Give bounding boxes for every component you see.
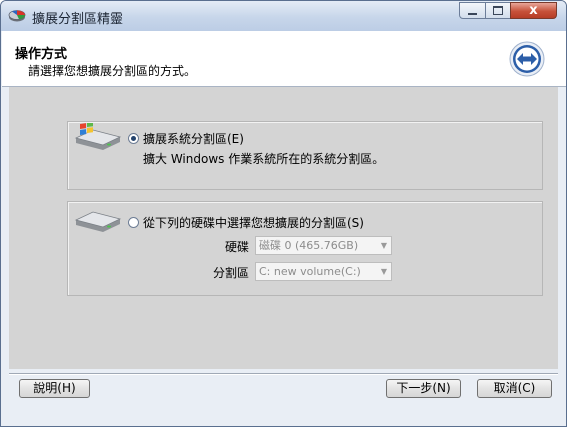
hard-disk-icon — [74, 211, 122, 232]
windows-system-disk-icon — [74, 123, 122, 150]
wizard-window: 擴展分割區精靈 x 操作方式 請選擇您想擴展分割區的方式。 擴展系統分割區(E)… — [0, 0, 567, 427]
minimize-button[interactable] — [459, 2, 486, 19]
title-bar: 擴展分割區精靈 x — [1, 1, 566, 31]
next-button[interactable]: 下一步(N) — [386, 379, 461, 398]
minimize-icon — [468, 12, 477, 15]
partition-select-value: C: new volume(C:) — [259, 265, 361, 278]
disk-select-value: 磁碟 0 (465.76GB) — [259, 239, 359, 252]
close-button[interactable]: x — [510, 2, 557, 19]
disk-select[interactable]: 磁碟 0 (465.76GB) ▼ — [255, 236, 392, 255]
close-icon: x — [529, 3, 538, 18]
page-title: 操作方式 — [15, 47, 68, 62]
select-partition-radio[interactable] — [128, 217, 139, 228]
chevron-down-icon: ▼ — [380, 241, 387, 250]
maximize-button[interactable] — [485, 2, 511, 19]
chevron-down-icon: ▼ — [380, 267, 387, 276]
maximize-icon — [493, 6, 503, 15]
disk-label: 硬碟 — [224, 240, 249, 254]
radio-selected-dot — [131, 136, 136, 141]
app-icon — [8, 10, 26, 22]
wizard-header: 操作方式 請選擇您想擴展分割區的方式。 — [2, 31, 566, 87]
system-partition-label[interactable]: 擴展系統分割區(E) — [143, 130, 244, 147]
system-partition-radio[interactable] — [128, 133, 139, 144]
footer-divider — [9, 373, 558, 375]
expand-arrows-icon — [509, 41, 545, 77]
page-subtitle: 請選擇您想擴展分割區的方式。 — [28, 64, 197, 78]
system-partition-description: 擴大 Windows 作業系統所在的系統分割區。 — [143, 152, 385, 166]
partition-label: 分割區 — [212, 266, 249, 280]
window-title: 擴展分割區精靈 — [32, 12, 124, 27]
options-panel: 擴展系統分割區(E) 擴大 Windows 作業系統所在的系統分割區。 從下列的… — [9, 87, 558, 369]
partition-select[interactable]: C: new volume(C:) ▼ — [255, 262, 392, 281]
cancel-button[interactable]: 取消(C) — [477, 379, 552, 398]
select-partition-label[interactable]: 從下列的硬碟中選擇您想擴展的分割區(S) — [143, 214, 364, 231]
help-button[interactable]: 說明(H) — [19, 379, 90, 398]
